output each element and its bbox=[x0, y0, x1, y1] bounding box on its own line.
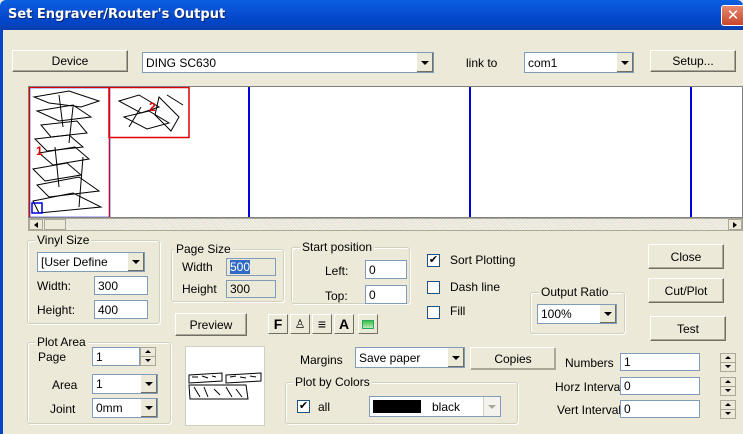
horz-interval-input[interactable]: 0 bbox=[620, 377, 700, 395]
horizontal-scrollbar[interactable] bbox=[28, 218, 743, 231]
chevron-down-icon[interactable] bbox=[127, 253, 144, 271]
fill-label: Fill bbox=[450, 304, 466, 318]
sort-plotting-checkbox[interactable]: ✔ bbox=[427, 254, 440, 267]
window-title: Set Engraver/Router's Output bbox=[8, 7, 226, 22]
engraving-artwork: 2 1 bbox=[29, 87, 190, 217]
chevron-down-icon[interactable] bbox=[140, 375, 157, 393]
thumbnail-preview bbox=[185, 346, 265, 426]
page-width-value: 500 bbox=[230, 260, 251, 274]
sort-plotting-label: Sort Plotting bbox=[450, 253, 516, 267]
plot-area-field-label: Area bbox=[52, 378, 78, 392]
device-value: DING SC630 bbox=[146, 55, 217, 70]
chevron-down-icon[interactable] bbox=[416, 53, 433, 72]
chevron-down-icon[interactable] bbox=[616, 53, 633, 72]
plot-area-value: 1 bbox=[96, 377, 103, 391]
horz-interval-spinner[interactable] bbox=[720, 377, 736, 396]
vert-interval-spinner[interactable] bbox=[720, 400, 736, 419]
area-number-1: 1 bbox=[36, 144, 43, 158]
margins-select[interactable]: Save paper bbox=[355, 347, 465, 368]
margins-value: Save paper bbox=[359, 350, 421, 365]
start-position-label: Start position bbox=[300, 240, 375, 254]
plot-page-label: Page bbox=[38, 350, 67, 364]
area-number-2: 2 bbox=[149, 100, 156, 114]
numbers-spinner[interactable] bbox=[720, 353, 736, 372]
output-ratio-value: 100% bbox=[541, 307, 572, 321]
port-value: com1 bbox=[528, 55, 558, 70]
vert-interval-label: Vert Interval bbox=[557, 403, 622, 417]
setup-button[interactable]: Setup... bbox=[650, 50, 736, 72]
plot-page-spinner[interactable] bbox=[140, 347, 156, 366]
color-name: black bbox=[432, 400, 461, 414]
copies-button[interactable]: Copies bbox=[470, 347, 556, 370]
start-top-input[interactable]: 0 bbox=[365, 285, 407, 304]
close-button[interactable]: Close bbox=[648, 244, 724, 269]
font-f-icon[interactable]: F bbox=[268, 314, 288, 334]
image-icon[interactable] bbox=[358, 314, 378, 334]
page-height-field: 300 bbox=[226, 280, 276, 298]
joint-select[interactable]: 0mm bbox=[92, 398, 158, 418]
device-button[interactable]: Device bbox=[12, 50, 128, 72]
page-width-field: 500 bbox=[226, 258, 276, 276]
fill-checkbox[interactable] bbox=[427, 306, 440, 319]
page-size-label: Page Size bbox=[174, 242, 233, 256]
scroll-right-icon[interactable] bbox=[728, 219, 742, 230]
port-select[interactable]: com1 bbox=[524, 52, 634, 73]
chevron-down-icon[interactable] bbox=[599, 305, 616, 323]
plot-by-colors-label: Plot by Colors bbox=[293, 375, 372, 389]
page-divider bbox=[690, 87, 692, 217]
start-top-label: Top: bbox=[325, 289, 348, 303]
output-ratio-label: Output Ratio bbox=[539, 285, 611, 299]
joint-value: 0mm bbox=[96, 401, 123, 415]
plot-page-input[interactable]: 1 bbox=[92, 347, 140, 366]
preview-button[interactable]: Preview bbox=[175, 313, 247, 336]
vinyl-size-label: Vinyl Size bbox=[35, 233, 92, 247]
all-colors-checkbox[interactable]: ✔ bbox=[297, 400, 310, 413]
vert-interval-input[interactable]: 0 bbox=[620, 400, 700, 418]
cut-plot-button[interactable]: Cut/Plot bbox=[648, 278, 724, 303]
chevron-down-icon[interactable] bbox=[447, 348, 464, 367]
plot-area-select[interactable]: 1 bbox=[92, 374, 158, 394]
page-divider bbox=[248, 87, 250, 217]
chevron-down-icon[interactable] bbox=[140, 399, 157, 417]
page-divider bbox=[469, 87, 471, 217]
device-select[interactable]: DING SC630 bbox=[142, 52, 434, 73]
all-colors-label: all bbox=[318, 400, 331, 414]
margins-label: Margins bbox=[300, 353, 343, 367]
text-a-icon[interactable]: A bbox=[334, 314, 354, 334]
output-ratio-select[interactable]: 100% bbox=[537, 304, 617, 324]
test-button[interactable]: Test bbox=[650, 316, 726, 341]
start-left-input[interactable]: 0 bbox=[365, 260, 407, 279]
color-swatch bbox=[373, 400, 421, 413]
numbers-input[interactable]: 1 bbox=[620, 353, 700, 371]
vinyl-width-input[interactable]: 300 bbox=[94, 276, 148, 295]
horz-interval-label: Horz Interval bbox=[555, 380, 624, 394]
vinyl-height-input[interactable]: 400 bbox=[94, 300, 148, 319]
scroll-left-icon[interactable] bbox=[29, 219, 43, 230]
lines-icon[interactable]: ≡ bbox=[312, 314, 332, 334]
scroll-thumb[interactable] bbox=[44, 219, 66, 230]
vinyl-height-label: Height: bbox=[37, 303, 76, 317]
vinyl-type-value: [User Define bbox=[41, 255, 108, 269]
dash-line-label: Dash line bbox=[450, 280, 501, 294]
dash-line-checkbox[interactable] bbox=[427, 281, 440, 294]
weed-icon[interactable]: ♙ bbox=[290, 314, 310, 334]
close-window-icon[interactable]: ✕ bbox=[721, 5, 743, 26]
output-preview-canvas[interactable]: 2 1 bbox=[28, 86, 743, 218]
numbers-label: Numbers bbox=[565, 356, 614, 370]
link-to-label: link to bbox=[466, 56, 498, 70]
start-left-label: Left: bbox=[325, 264, 349, 278]
thumbnail-artwork bbox=[188, 372, 262, 400]
vinyl-type-select[interactable]: [User Define bbox=[37, 252, 145, 272]
chevron-down-icon[interactable] bbox=[483, 397, 500, 416]
vinyl-width-label: Width: bbox=[37, 279, 72, 293]
joint-label: Joint bbox=[50, 402, 76, 416]
color-select[interactable]: black bbox=[369, 396, 501, 417]
page-width-label: Width bbox=[182, 260, 213, 274]
page-height-label: Height bbox=[182, 282, 217, 296]
plot-area-label: Plot Area bbox=[35, 335, 88, 349]
